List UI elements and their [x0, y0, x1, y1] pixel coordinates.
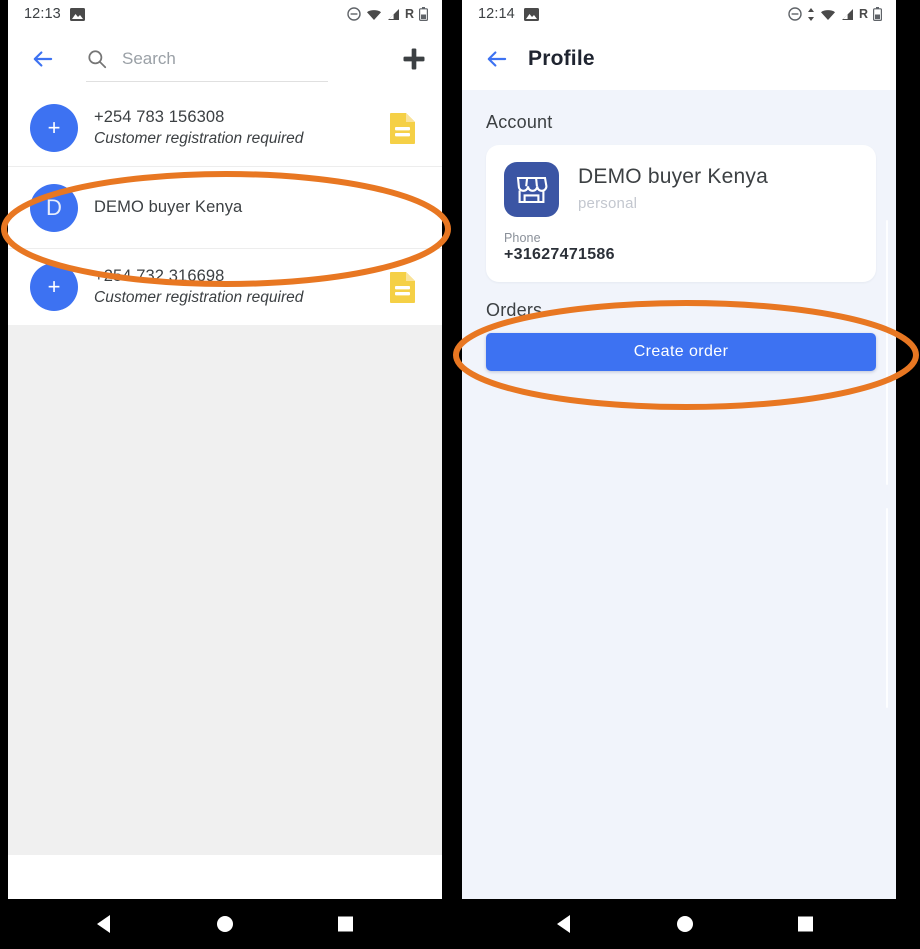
- storefront-icon-tile: [504, 162, 559, 217]
- nav-back-icon[interactable]: [557, 915, 570, 933]
- account-names: DEMO buyer Kenya personal: [578, 162, 768, 212]
- left-app-bar: Search: [8, 28, 442, 90]
- left-phone-screen: 12:13 R Search + +254 783 156308 Custome…: [8, 0, 442, 899]
- image-icon: [523, 7, 539, 21]
- battery-icon: [419, 7, 428, 21]
- avatar: +: [30, 263, 78, 311]
- orders-section-label: Orders: [486, 300, 543, 320]
- right-nav-bar: [460, 899, 920, 949]
- sync-arrows-icon: [807, 7, 814, 21]
- right-status-bar: 12:14 R: [462, 0, 896, 28]
- scrollbar-track-lower[interactable]: [886, 508, 888, 708]
- roaming-r-icon: R: [404, 7, 414, 21]
- list-item-texts: +254 783 156308 Customer registration re…: [94, 107, 388, 149]
- document-icon[interactable]: [388, 270, 418, 304]
- search-field[interactable]: Search: [86, 37, 392, 82]
- document-icon[interactable]: [388, 111, 418, 145]
- screenshot-stage: 12:13 R Search + +254 783 156308 Custome…: [0, 0, 920, 949]
- account-card-top: DEMO buyer Kenya personal: [504, 162, 858, 217]
- wifi-icon: [820, 9, 835, 20]
- scrollbar-track-upper[interactable]: [886, 220, 888, 485]
- left-status-bar: 12:13 R: [8, 0, 442, 28]
- list-item[interactable]: + +254 783 156308 Customer registration …: [8, 90, 442, 166]
- account-kind: personal: [578, 195, 638, 213]
- image-icon: [69, 7, 85, 21]
- phone-label: Phone: [504, 231, 541, 245]
- signal-icon: [387, 8, 399, 20]
- right-phone-screen: 12:14 R Profile Account DEMO buyer Kenya…: [462, 0, 896, 899]
- account-name: DEMO buyer Kenya: [578, 165, 768, 188]
- right-app-bar: Profile: [462, 28, 896, 90]
- avatar: +: [30, 104, 78, 152]
- search-underline: [86, 81, 328, 82]
- page-title: Profile: [528, 47, 595, 70]
- wifi-icon: [366, 9, 381, 20]
- list-item-subtitle: Customer registration required: [94, 129, 304, 147]
- account-phone-field: Phone +31627471586: [504, 231, 858, 264]
- nav-recents-icon[interactable]: [338, 916, 353, 932]
- back-arrow-icon[interactable]: [484, 46, 510, 72]
- list-item-title: +254 732 316698: [94, 267, 225, 286]
- contact-list: + +254 783 156308 Customer registration …: [8, 90, 442, 855]
- status-bar-right-icons: R: [788, 7, 882, 21]
- phone-value: +31627471586: [504, 246, 615, 263]
- search-icon: [88, 50, 107, 69]
- do-not-disturb-icon: [788, 7, 802, 21]
- avatar-label: +: [47, 115, 61, 140]
- list-item-texts: +254 732 316698 Customer registration re…: [94, 266, 388, 308]
- back-arrow-icon[interactable]: [30, 46, 56, 72]
- avatar: D: [30, 183, 78, 232]
- status-bar-time: 12:14: [478, 6, 515, 22]
- add-icon[interactable]: [400, 45, 428, 73]
- account-section-label: Account: [486, 112, 553, 132]
- list-item-demo-buyer-kenya[interactable]: D DEMO buyer Kenya: [8, 166, 442, 248]
- roaming-r-icon: R: [858, 7, 868, 21]
- status-bar-time: 12:13: [24, 6, 61, 22]
- list-empty-area: [8, 325, 442, 855]
- status-bar-right-icons: R: [347, 7, 428, 21]
- list-item-title: +254 783 156308: [94, 108, 225, 127]
- do-not-disturb-icon: [347, 7, 361, 21]
- status-bar-left-icons: [69, 7, 85, 21]
- storefront-icon: [516, 176, 548, 203]
- android-nav-bars: [0, 899, 920, 949]
- profile-body: Account DEMO buyer Kenya personal Phone …: [462, 90, 896, 899]
- signal-icon: [841, 8, 853, 20]
- list-item-title: DEMO buyer Kenya: [94, 198, 243, 217]
- nav-home-icon[interactable]: [217, 916, 233, 932]
- battery-icon: [873, 7, 882, 21]
- list-item-texts: DEMO buyer Kenya: [94, 197, 426, 218]
- avatar-label: +: [47, 274, 61, 299]
- create-order-button[interactable]: Create order: [486, 333, 876, 371]
- nav-back-icon[interactable]: [97, 915, 110, 933]
- left-nav-bar: [0, 899, 460, 949]
- account-card[interactable]: DEMO buyer Kenya personal Phone +3162747…: [486, 145, 876, 282]
- list-item-subtitle: Customer registration required: [94, 288, 304, 306]
- nav-recents-icon[interactable]: [798, 916, 813, 932]
- search-placeholder: Search: [122, 49, 176, 68]
- status-bar-left-icons: [523, 7, 539, 21]
- nav-home-icon[interactable]: [677, 916, 693, 932]
- list-item[interactable]: + +254 732 316698 Customer registration …: [8, 248, 442, 325]
- avatar-label: D: [46, 194, 62, 220]
